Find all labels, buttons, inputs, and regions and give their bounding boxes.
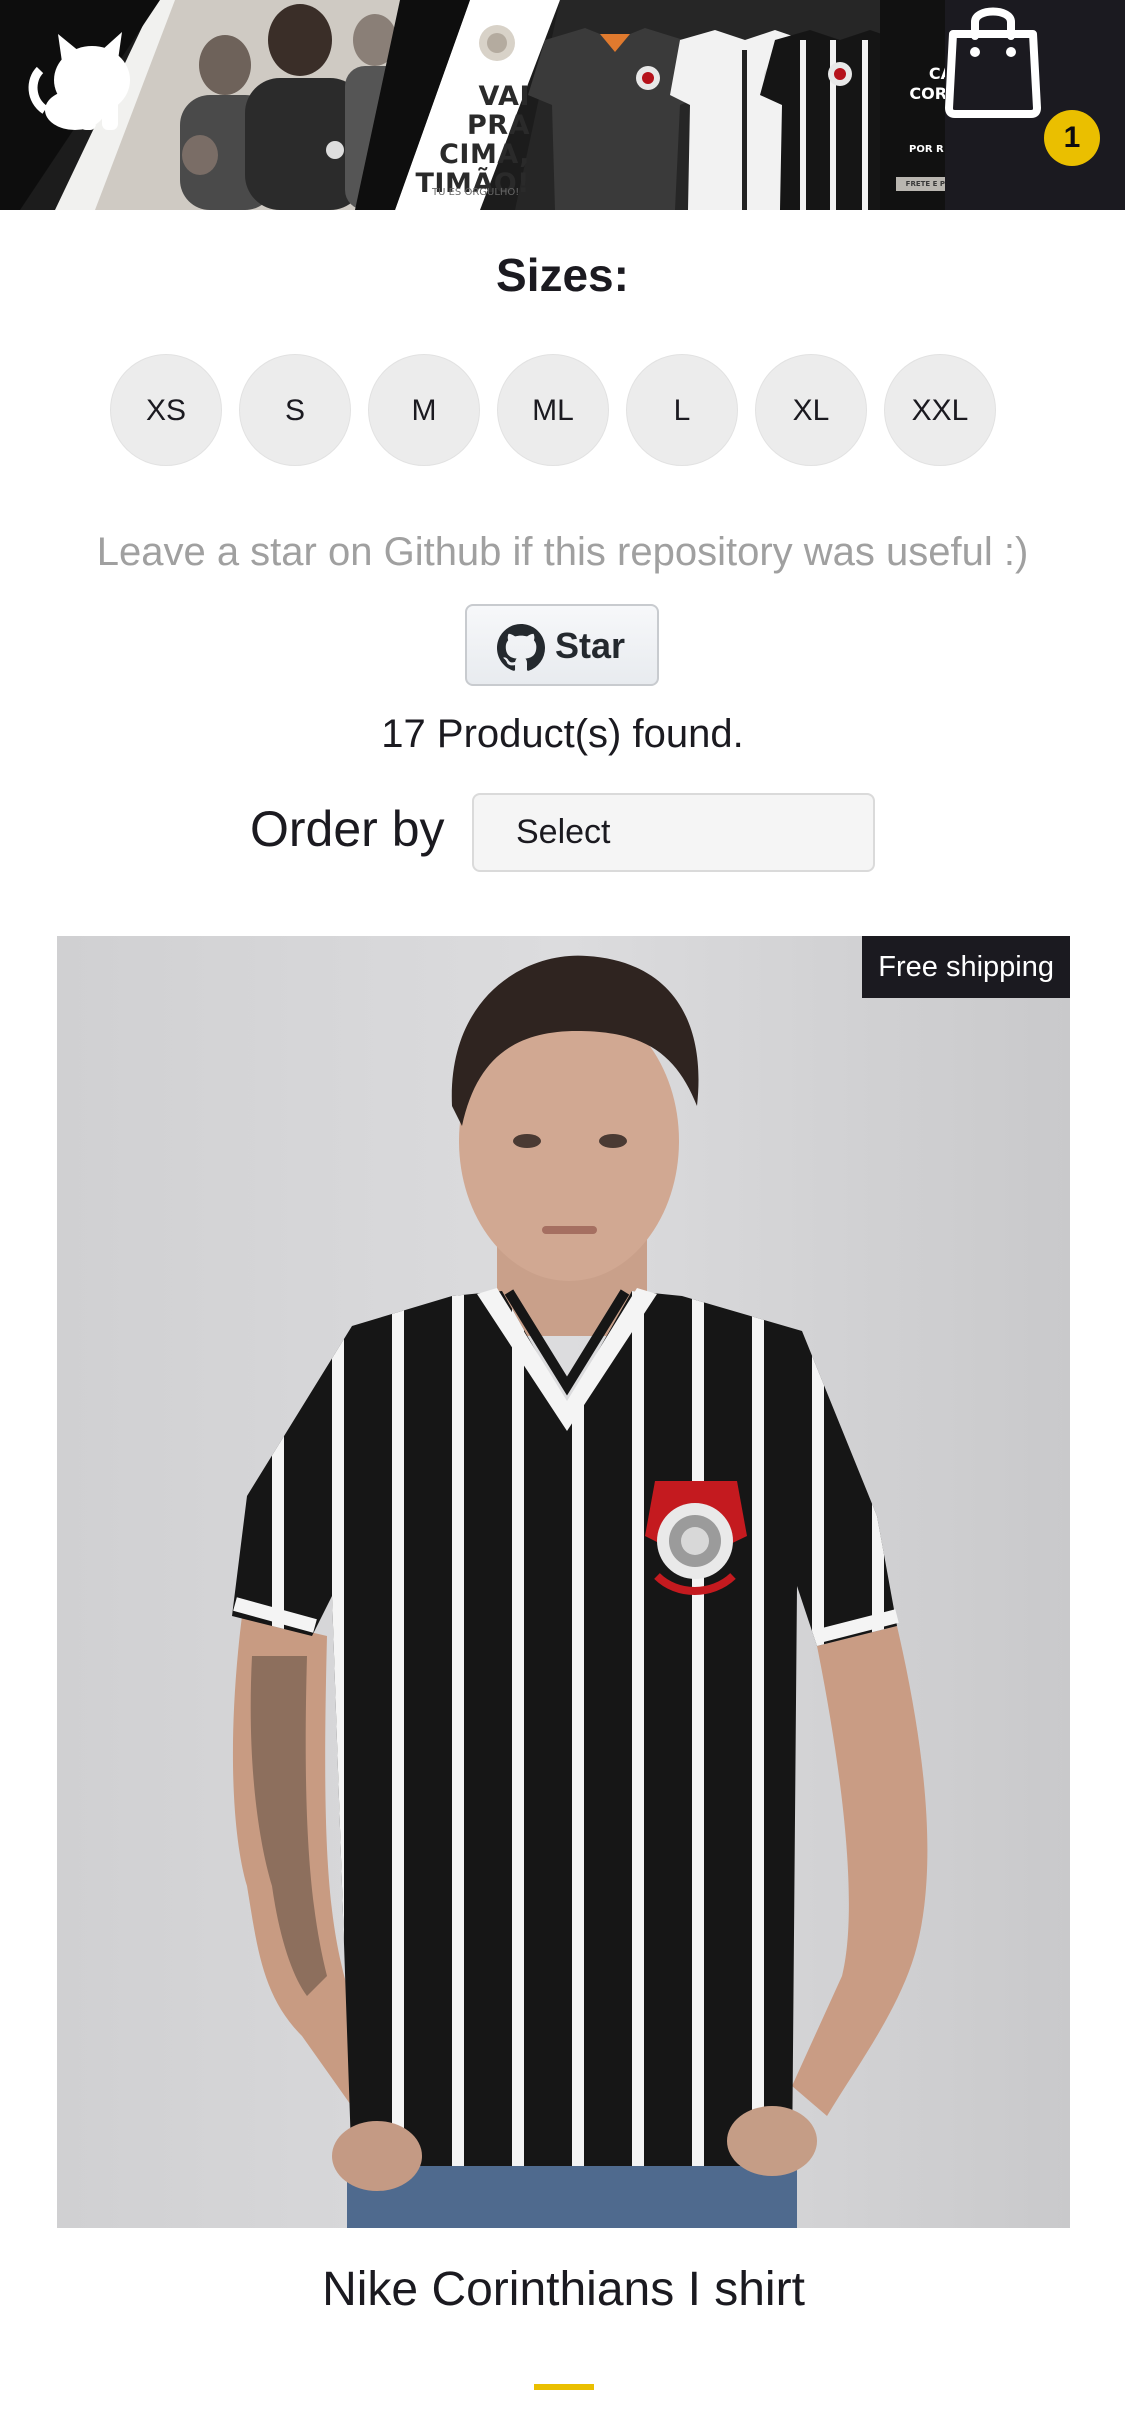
banner-side-line: CORI: [909, 84, 953, 103]
product-card[interactable]: Free shipping Nike Corinthians I shirt: [57, 936, 1070, 2436]
products-found-count: 17 Product(s) found.: [381, 712, 744, 756]
github-star-button[interactable]: Star: [465, 604, 659, 686]
banner-side-line: I: [893, 104, 953, 124]
banner-tagline: TU ES ORGULHO!: [432, 187, 520, 198]
banner-heading-line: PRA: [467, 110, 530, 141]
order-by-label: Order by: [250, 801, 445, 857]
cart-count-badge: 1: [1044, 110, 1100, 166]
product-photo: [57, 936, 1070, 2228]
order-by-select[interactable]: Select: [472, 793, 875, 872]
header-banner: VAI PRA CIMA, TIMÃO! TU ES ORGULHO! CA C…: [0, 0, 1125, 210]
size-option-m[interactable]: M: [368, 354, 480, 466]
size-option-xs[interactable]: XS: [110, 354, 222, 466]
sizes-title: Sizes:: [496, 249, 629, 301]
product-title-divider: [534, 2384, 594, 2390]
shopping-bag-icon: [945, 7, 1041, 118]
product-title: Nike Corinthians I shirt: [322, 2263, 805, 2316]
size-filter-group: XS S M ML L XL XXL: [110, 354, 1110, 466]
size-option-s[interactable]: S: [239, 354, 351, 466]
github-icon: [497, 624, 545, 671]
banner-heading-line: CIMA,: [439, 139, 530, 170]
star-button-label: Star: [555, 625, 626, 666]
free-shipping-badge: Free shipping: [862, 936, 1070, 998]
star-message: Leave a star on Github if this repositor…: [96, 530, 1029, 574]
size-option-xxl[interactable]: XXL: [884, 354, 996, 466]
banner-heading: VAI PRA CIMA, TIMÃO!: [400, 82, 530, 198]
product-image[interactable]: Free shipping: [57, 936, 1070, 2228]
size-option-xl[interactable]: XL: [755, 354, 867, 466]
cart-button[interactable]: 1: [945, 0, 1125, 210]
banner-side-line: CA: [928, 64, 953, 83]
page: VAI PRA CIMA, TIMÃO! TU ES ORGULHO! CA C…: [0, 0, 1125, 2436]
size-option-ml[interactable]: ML: [497, 354, 609, 466]
banner-heading-line: VAI: [478, 81, 530, 112]
banner-price-text: POR R: [909, 144, 944, 155]
size-option-l[interactable]: L: [626, 354, 738, 466]
banner-side-text: CA CORI I: [893, 64, 953, 124]
